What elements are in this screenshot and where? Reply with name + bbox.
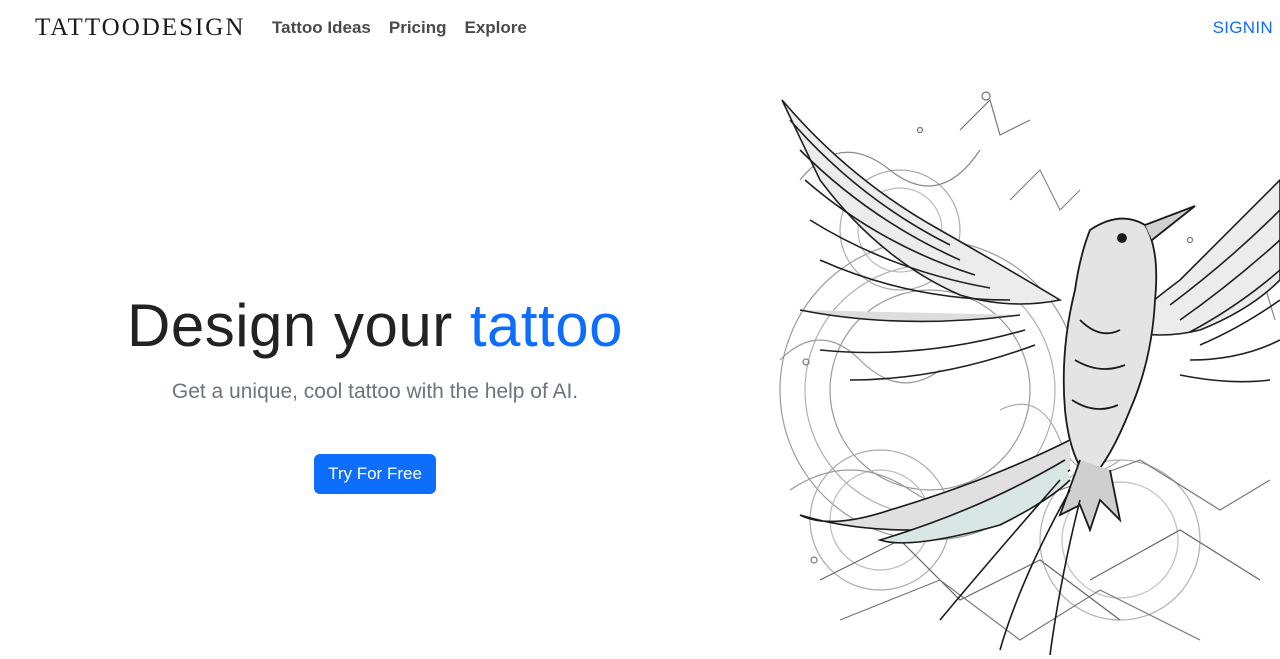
bird-tattoo-illustration <box>779 91 1280 656</box>
hero-title-accent: tattoo <box>469 292 623 359</box>
brand-logo[interactable]: TATTOODESIGN <box>35 14 245 42</box>
nav-links: Tattoo Ideas Pricing Explore <box>272 18 527 38</box>
bird-tail <box>799 439 1081 656</box>
nav-link-pricing[interactable]: Pricing <box>389 18 447 38</box>
nav-link-explore[interactable]: Explore <box>465 18 527 38</box>
hero-section: Design your tattoo Get a unique, cool ta… <box>0 290 750 494</box>
top-navbar: TATTOODESIGN Tattoo Ideas Pricing Explor… <box>0 0 1280 58</box>
hero-subtitle: Get a unique, cool tattoo with the help … <box>171 380 579 403</box>
try-for-free-button[interactable]: Try For Free <box>314 454 436 494</box>
bird-left-wing <box>781 99 1063 381</box>
nav-link-tattoo-ideas[interactable]: Tattoo Ideas <box>272 18 371 38</box>
landing-page: TATTOODESIGN Tattoo Ideas Pricing Explor… <box>0 0 1280 659</box>
hero-title: Design your tattoo <box>0 290 750 362</box>
hero-title-main: Design your <box>127 292 453 359</box>
signin-link[interactable]: SIGNIN <box>1213 18 1273 38</box>
